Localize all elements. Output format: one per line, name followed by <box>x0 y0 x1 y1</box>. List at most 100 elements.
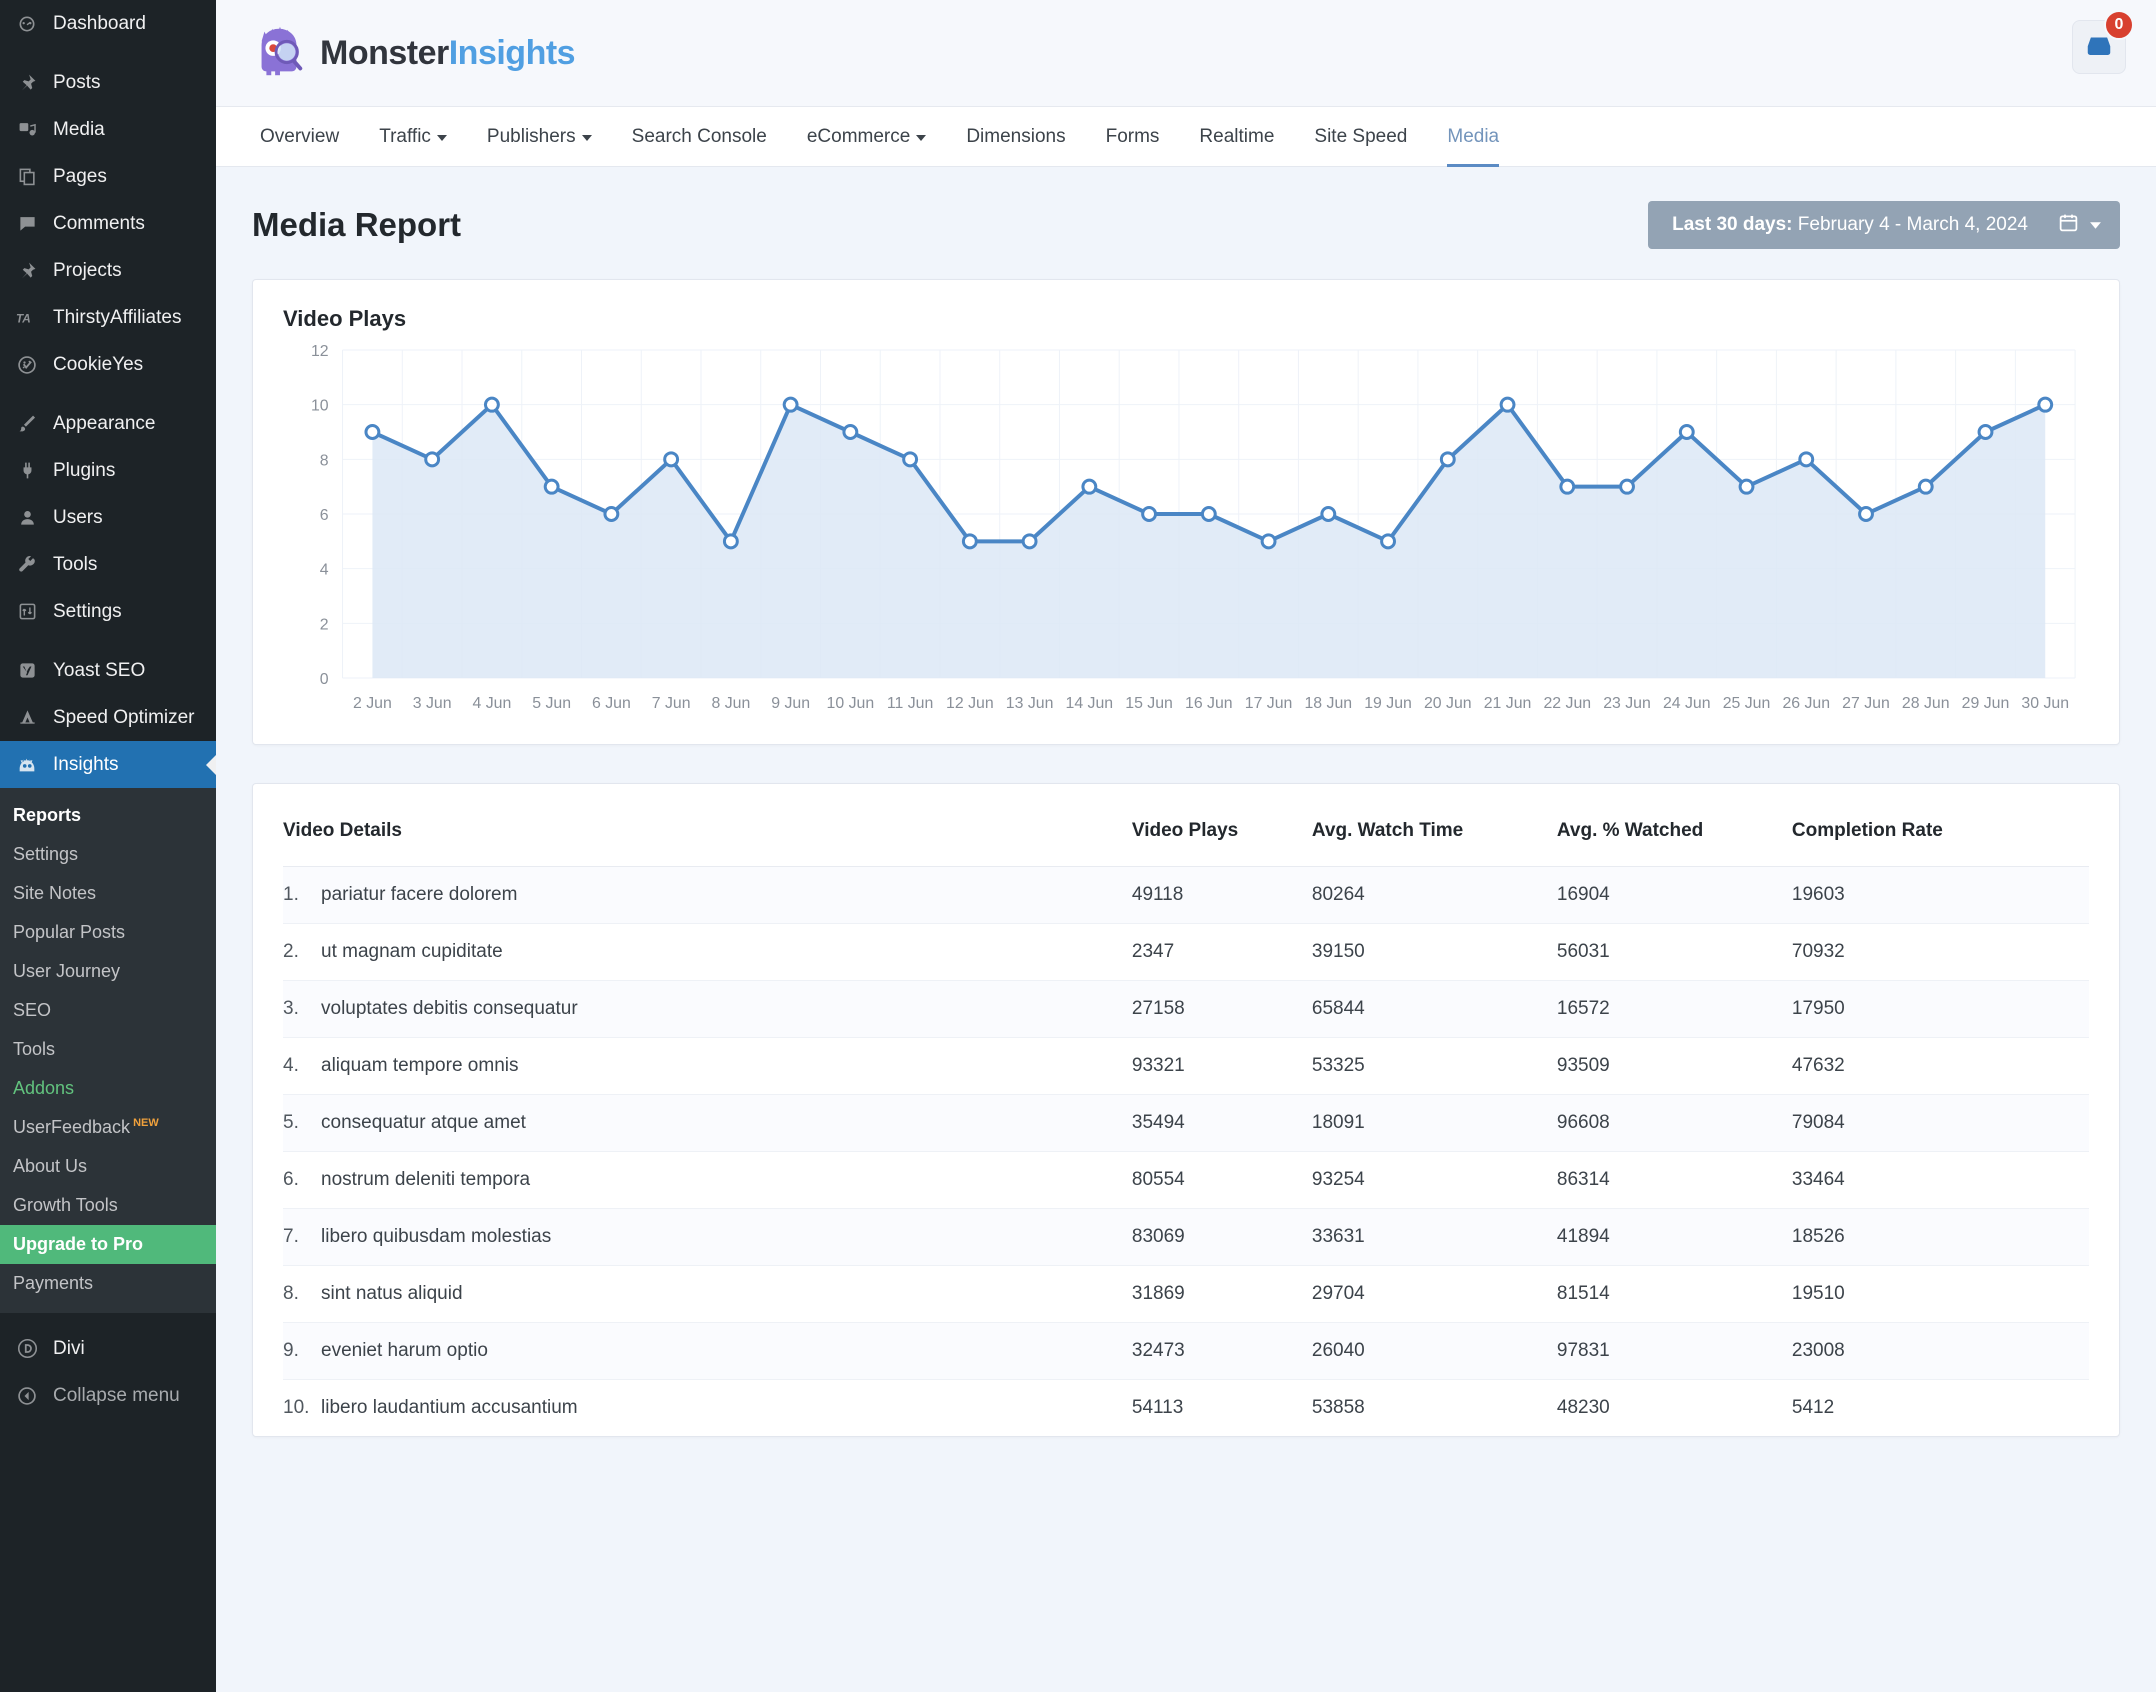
table-row[interactable]: 10. libero laudantium accusantium 54113 538… <box>283 1380 2089 1437</box>
table-row[interactable]: 5. consequatur atque amet 35494 18091 96608 7… <box>283 1094 2089 1152</box>
tab-traffic[interactable]: Traffic <box>359 107 467 166</box>
sidebar-item-media[interactable]: Media <box>0 106 216 153</box>
submenu-item-reports[interactable]: Reports <box>0 796 216 835</box>
chart-data-point[interactable] <box>1738 478 1755 495</box>
date-range-picker[interactable]: Last 30 days: February 4 - March 4, 2024 <box>1648 201 2120 249</box>
sidebar-item-speed-optimizer[interactable]: Speed Optimizer <box>0 694 216 741</box>
chart-data-point[interactable] <box>1200 506 1217 522</box>
submenu-item-label: Tools <box>13 1039 56 1059</box>
sidebar-item-pages[interactable]: Pages <box>0 153 216 200</box>
avg-watch-time-value: 18091 <box>1311 1094 1557 1152</box>
chart-data-point[interactable] <box>1081 478 1098 495</box>
tab-media[interactable]: Media <box>1427 107 1519 167</box>
chart-data-point[interactable] <box>2037 396 2054 413</box>
submenu-item-seo[interactable]: SEO <box>0 991 216 1030</box>
chart-data-point[interactable] <box>1380 533 1396 550</box>
chart-data-point[interactable] <box>782 396 799 413</box>
sidebar-item-tools[interactable]: Tools <box>0 541 216 588</box>
submenu-item-about-us[interactable]: About Us <box>0 1147 216 1186</box>
brush-icon <box>12 414 42 433</box>
sidebar-item-divi[interactable]: Divi <box>0 1325 216 1372</box>
column-header-avg-watch-time[interactable]: Avg. Watch Time <box>1311 784 1557 867</box>
table-row[interactable]: 7. libero quibusdam molestias 83069 33631 41… <box>283 1208 2089 1266</box>
chart-data-point[interactable] <box>1798 451 1815 468</box>
submenu-item-tools[interactable]: Tools <box>0 1030 216 1069</box>
tab-ecommerce[interactable]: eCommerce <box>787 107 946 166</box>
table-header-row: Video Details Video Plays Avg. Watch Tim… <box>283 784 2089 867</box>
tab-overview[interactable]: Overview <box>248 107 359 166</box>
chart-data-point[interactable] <box>902 451 919 468</box>
chart-data-point[interactable] <box>1320 506 1337 522</box>
chart-data-point[interactable] <box>1021 533 1038 550</box>
sidebar-item-collapse-menu[interactable]: Collapse menu <box>0 1372 216 1419</box>
chart-data-point[interactable] <box>1559 478 1576 495</box>
submenu-item-userfeedback[interactable]: UserFeedback NEW <box>0 1108 216 1147</box>
chart-data-point[interactable] <box>1977 424 1994 440</box>
chart-data-point[interactable] <box>1439 451 1456 468</box>
table-row[interactable]: 2. ut magnam cupiditate 2347 39150 56031 7093… <box>283 923 2089 981</box>
chart-data-point[interactable] <box>1499 396 1516 413</box>
chart-data-point[interactable] <box>961 533 978 550</box>
column-header-completion-rate[interactable]: Completion Rate <box>1791 784 2089 867</box>
tab-realtime[interactable]: Realtime <box>1179 107 1294 166</box>
submenu-item-payments[interactable]: Payments <box>0 1264 216 1303</box>
submenu-item-settings[interactable]: Settings <box>0 835 216 874</box>
sidebar-item-settings[interactable]: Settings <box>0 588 216 635</box>
submenu-item-upgrade-to-pro[interactable]: Upgrade to Pro <box>0 1225 216 1264</box>
avg-watch-time-value: 80264 <box>1311 866 1557 924</box>
chart-data-point[interactable] <box>1678 424 1695 440</box>
chart-data-point[interactable] <box>364 424 381 440</box>
avg-watch-time-value: 39150 <box>1311 923 1557 981</box>
chart-data-point[interactable] <box>603 506 620 522</box>
chart-data-point[interactable] <box>1858 506 1874 522</box>
tab-search-console[interactable]: Search Console <box>612 107 787 166</box>
chart-data-point[interactable] <box>722 533 739 550</box>
chart-data-point[interactable] <box>483 396 500 413</box>
column-header-avg-pct-watched[interactable]: Avg. % Watched <box>1556 784 1792 867</box>
table-row[interactable]: 4. aliquam tempore omnis 93321 53325 93509 47… <box>283 1037 2089 1095</box>
table-row[interactable]: 6. nostrum deleniti tempora 80554 93254 8631… <box>283 1151 2089 1209</box>
x-axis-tick-label: 5 Jun <box>532 695 571 712</box>
sidebar-item-insights[interactable]: Insights <box>0 741 216 788</box>
table-row[interactable]: 1. pariatur facere dolorem 49118 80264 16904… <box>283 866 2089 924</box>
completion-rate-value: 47632 <box>1791 1037 2089 1095</box>
tab-publishers[interactable]: Publishers <box>467 107 612 166</box>
table-row[interactable]: 8. sint natus aliquid 31869 29704 81514 19510 <box>283 1265 2089 1323</box>
submenu-item-addons[interactable]: Addons <box>0 1069 216 1108</box>
sidebar-item-comments[interactable]: Comments <box>0 200 216 247</box>
table-row[interactable]: 9. eveniet harum optio 32473 26040 97831 2300… <box>283 1322 2089 1380</box>
submenu-item-growth-tools[interactable]: Growth Tools <box>0 1186 216 1225</box>
sidebar-item-projects[interactable]: Projects <box>0 247 216 294</box>
submenu-item-site-notes[interactable]: Site Notes <box>0 874 216 913</box>
sidebar-item-posts[interactable]: Posts <box>0 59 216 106</box>
chart-data-point[interactable] <box>842 424 859 440</box>
cookieyes-icon <box>12 355 42 375</box>
chart-data-point[interactable] <box>424 451 441 468</box>
sidebar-item-plugins[interactable]: Plugins <box>0 447 216 494</box>
chart-data-point[interactable] <box>1619 478 1635 495</box>
chart-data-point[interactable] <box>1260 533 1277 550</box>
tab-site-speed[interactable]: Site Speed <box>1294 107 1427 166</box>
submenu-item-popular-posts[interactable]: Popular Posts <box>0 913 216 952</box>
chevron-down-icon <box>916 134 927 141</box>
chart-data-point[interactable] <box>543 478 560 495</box>
chart-data-point[interactable] <box>1917 478 1934 495</box>
tab-dimensions[interactable]: Dimensions <box>946 107 1085 166</box>
sidebar-item-cookieyes[interactable]: CookieYes <box>0 341 216 388</box>
table-row[interactable]: 3. voluptates debitis consequatur 27158 658… <box>283 980 2089 1038</box>
submenu-item-label: Site Notes <box>13 883 97 903</box>
tab-forms[interactable]: Forms <box>1086 107 1180 166</box>
sidebar-item-appearance[interactable]: Appearance <box>0 400 216 447</box>
column-header-video-plays[interactable]: Video Plays <box>1131 784 1312 867</box>
sidebar-item-label: Divi <box>53 1338 85 1359</box>
column-header-video-details[interactable]: Video Details <box>283 784 1132 867</box>
sidebar-item-thirstyaffiliates[interactable]: TA ThirstyAffiliates <box>0 294 216 341</box>
x-axis-tick-label: 11 Jun <box>887 695 933 712</box>
chart-data-point[interactable] <box>1141 506 1158 522</box>
sidebar-item-yoast-seo[interactable]: Yoast SEO <box>0 647 216 694</box>
sidebar-item-users[interactable]: Users <box>0 494 216 541</box>
chart-plot-area[interactable]: 0 2 4 6 8 10 12 2 Jun 3 Jun 4 Jun 5 Jun 6 Jun 7 Jun 8… <box>283 342 2089 722</box>
chart-data-point[interactable] <box>663 451 680 468</box>
submenu-item-user-journey[interactable]: User Journey <box>0 952 216 991</box>
sidebar-item-dashboard[interactable]: Dashboard <box>0 0 216 47</box>
